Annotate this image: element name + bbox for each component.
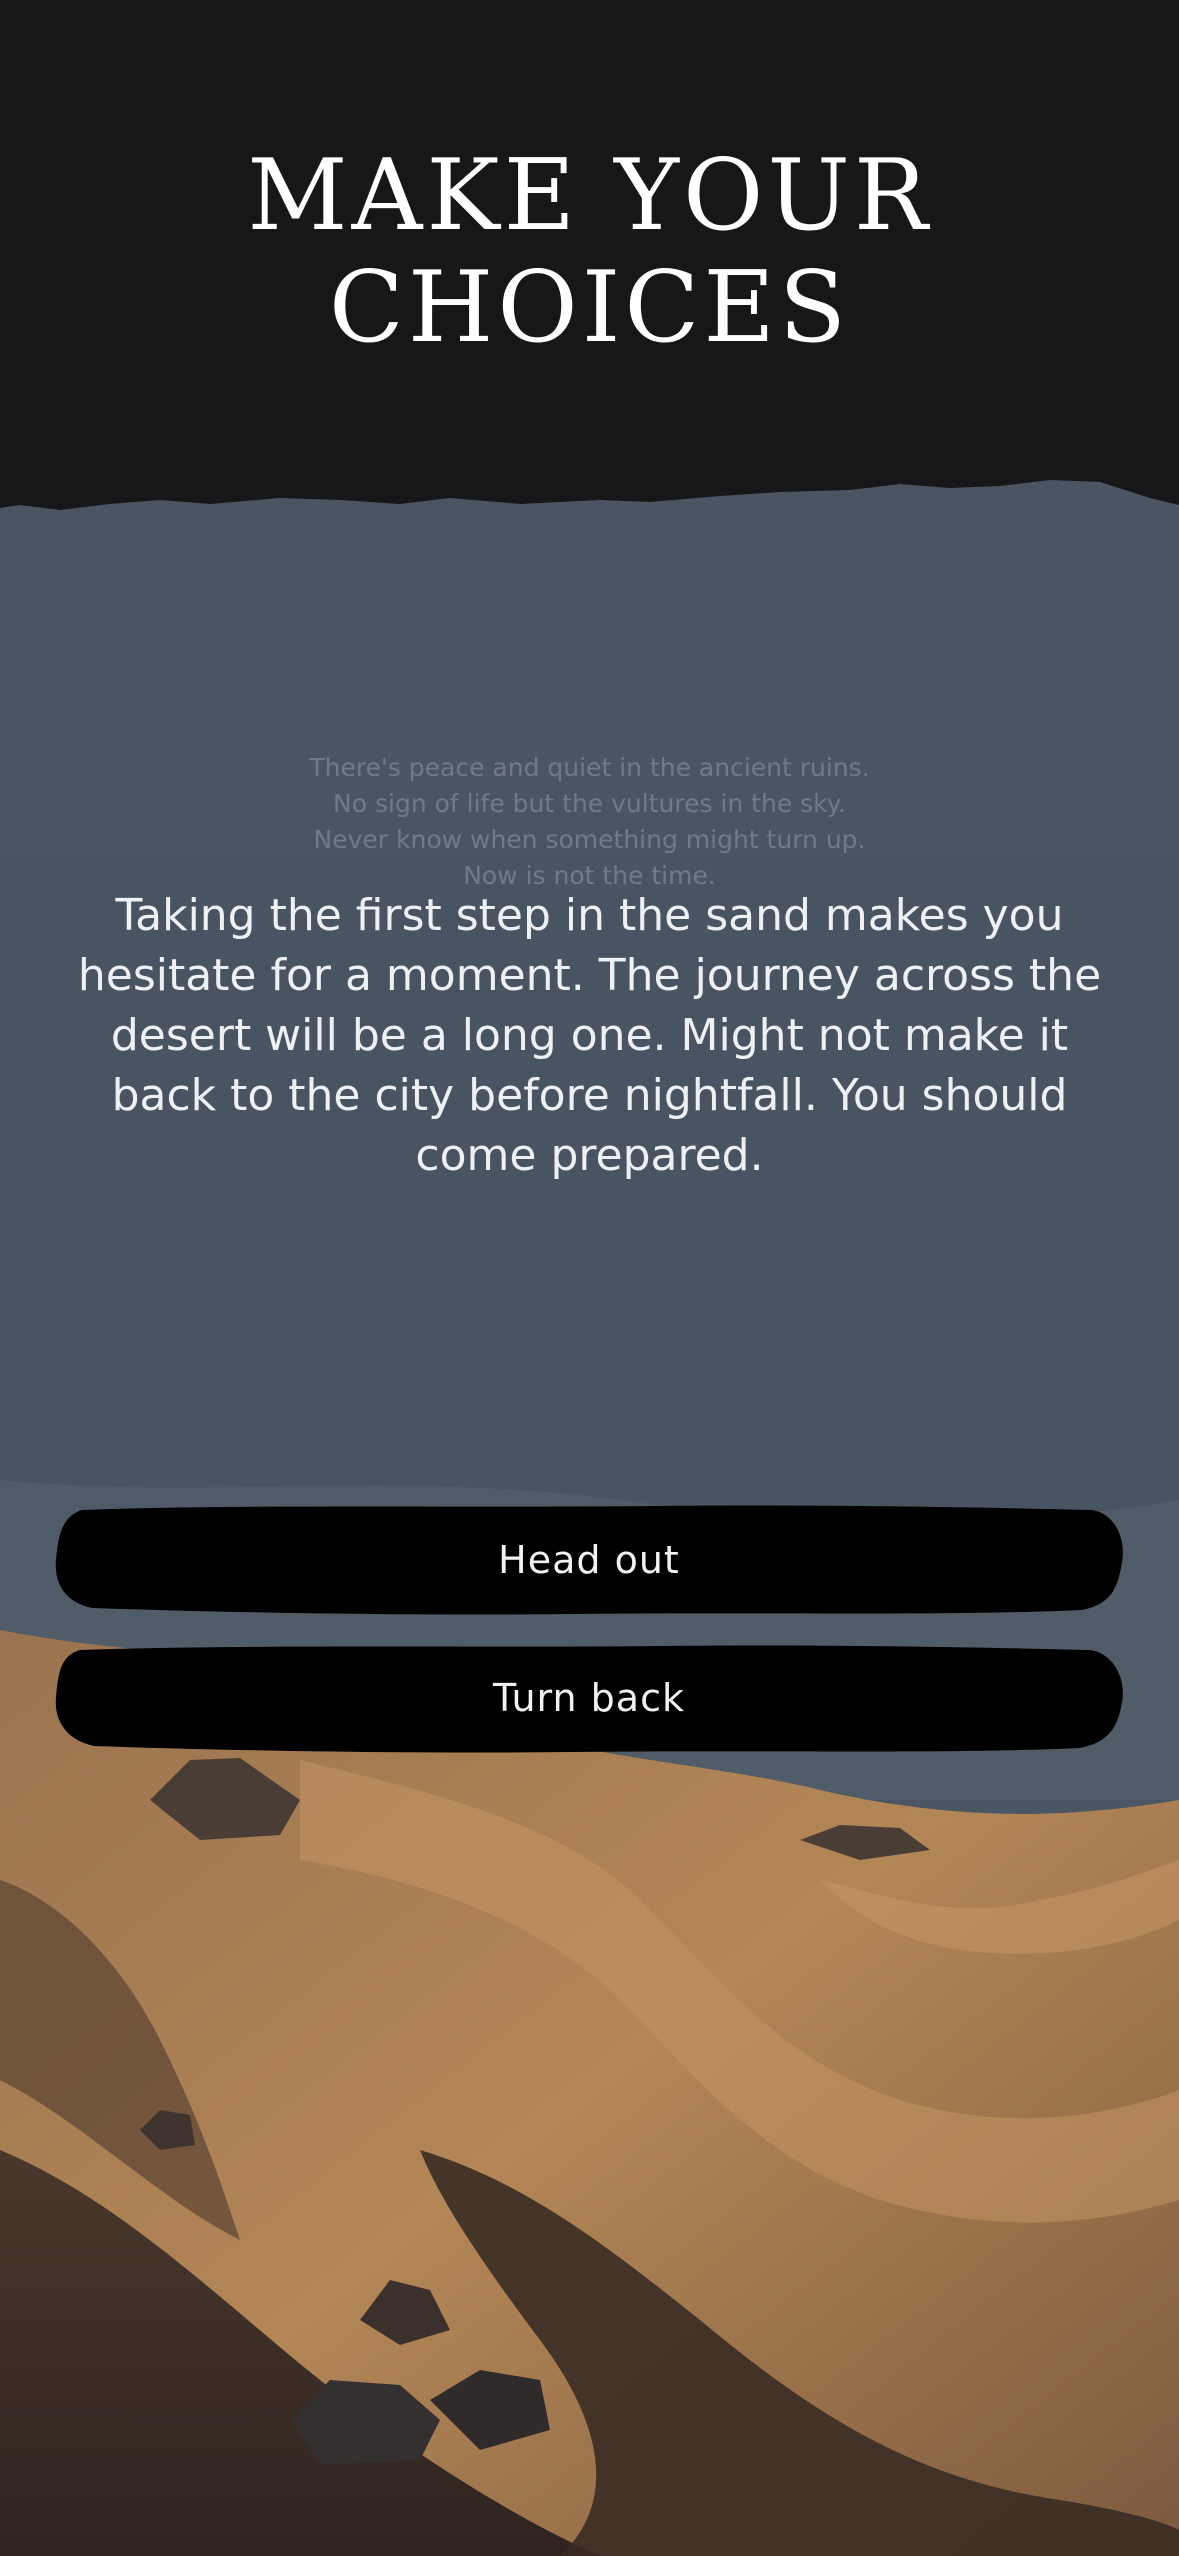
turn-back-label: Turn back [493, 1676, 685, 1720]
history-line: Never know when something might turn up. [313, 825, 866, 854]
head-out-label: Head out [498, 1538, 680, 1582]
head-out-button[interactable]: Head out [52, 1502, 1126, 1618]
turn-back-button[interactable]: Turn back [52, 1640, 1126, 1756]
history-line: There's peace and quiet in the ancient r… [309, 753, 870, 782]
header-banner: MAKE YOUR CHOICES [0, 0, 1179, 520]
story-history: There's peace and quiet in the ancient r… [0, 750, 1179, 894]
history-line: No sign of life but the vultures in the … [333, 789, 846, 818]
story-text: Taking the first step in the sand makes … [77, 890, 1102, 1181]
page-title: MAKE YOUR CHOICES [247, 139, 932, 365]
